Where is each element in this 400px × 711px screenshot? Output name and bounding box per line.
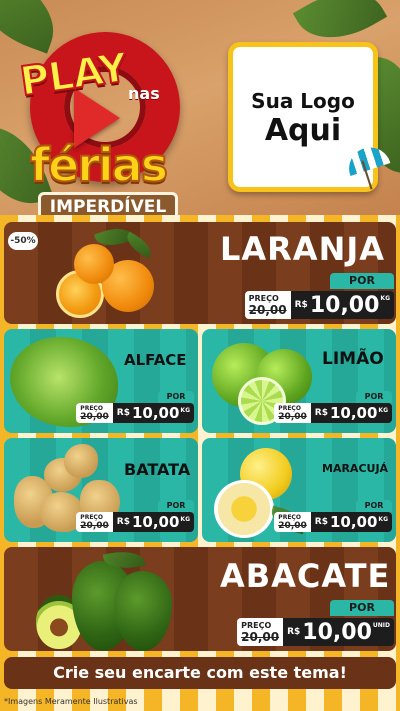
current-price-block: R$ 10,00 KG (112, 512, 194, 532)
current-price-block: R$ 10,00 KG (290, 291, 394, 319)
por-label: POR (330, 600, 394, 616)
por-label: POR (330, 273, 394, 289)
old-price: 20,00 (278, 520, 307, 531)
preco-label: PREÇO (80, 404, 103, 412)
current-price: 10,00 (329, 404, 378, 422)
product-name-alface: ALFACE (124, 351, 187, 369)
unit-label: KG (378, 516, 388, 523)
price-tag-maracuja: POR PREÇO 20,00 R$ 10,00 KG (274, 500, 392, 532)
current-price: 10,00 (131, 513, 180, 531)
potato-illustration (64, 444, 98, 478)
por-label: POR (158, 391, 194, 403)
current-price-block: R$ 10,00 KG (112, 403, 194, 423)
old-price-block: PREÇO 20,00 (76, 403, 113, 423)
product-name-maracuja: MARACUJÁ (322, 462, 389, 475)
product-name-limao: LIMÃO (322, 349, 384, 369)
old-price-block: PREÇO 20,00 (76, 512, 113, 532)
price-tag-laranja: POR PREÇO 20,00 R$ 10,00 KG (244, 273, 394, 319)
price-tag-abacate: POR PREÇO 20,00 R$ 10,00 UNID (237, 600, 394, 646)
product-name-batata: BATATA (124, 460, 191, 479)
old-price: 20,00 (248, 302, 287, 317)
price-tag-batata: POR PREÇO 20,00 R$ 10,00 KG (76, 500, 194, 532)
current-price: 10,00 (329, 513, 378, 531)
preco-label: PREÇO (241, 620, 272, 630)
disclaimer-text: *Imagens Meramente Ilustrativas (4, 697, 138, 706)
currency-symbol: R$ (314, 408, 328, 418)
por-label: POR (356, 391, 392, 403)
current-price: 10,00 (309, 292, 380, 318)
discount-badge: -50% (8, 232, 38, 250)
product-name-laranja: LARANJA (220, 230, 386, 268)
campaign-word-ferias: férias (29, 137, 169, 193)
orange-leaf (122, 231, 156, 259)
old-price: 20,00 (80, 411, 109, 422)
price-tag-limao: POR PREÇO 20,00 R$ 10,00 KG (274, 391, 392, 423)
product-name-abacate: ABACATE (220, 557, 391, 595)
old-price: 20,00 (278, 411, 307, 422)
currency-symbol: R$ (294, 300, 308, 310)
unit-label: UNID (372, 622, 390, 629)
logo-line-1: Sua Logo (251, 89, 355, 113)
campaign-logo: PLAY nas férias IMPERDÍVEL (8, 20, 198, 220)
old-price-block: PREÇO 20,00 (274, 512, 311, 532)
header-banner: PLAY nas férias IMPERDÍVEL Sua Logo Aqui (0, 0, 400, 220)
currency-symbol: R$ (116, 517, 130, 527)
current-price: 10,00 (302, 619, 372, 645)
passion-fruit-half-illustration (214, 480, 274, 538)
unit-label: KG (378, 407, 388, 414)
currency-symbol: R$ (314, 517, 328, 527)
currency-symbol: R$ (287, 627, 301, 637)
logo-line-2: Aqui (264, 113, 342, 148)
orange-illustration (74, 244, 114, 284)
currency-symbol: R$ (116, 408, 130, 418)
current-price-block: R$ 10,00 UNID (283, 618, 394, 646)
old-price-block: PREÇO 20,00 (237, 618, 284, 646)
preco-label: PREÇO (248, 293, 279, 303)
por-label: POR (158, 500, 194, 512)
avocado-illustration (114, 571, 172, 651)
cta-banner: Crie seu encarte com este tema! (4, 657, 396, 689)
unit-label: KG (180, 516, 190, 523)
old-price: 20,00 (241, 629, 280, 644)
preco-label: PREÇO (278, 513, 301, 521)
preco-label: PREÇO (278, 404, 301, 412)
current-price: 10,00 (131, 404, 180, 422)
old-price: 20,00 (80, 520, 109, 531)
preco-label: PREÇO (80, 513, 103, 521)
old-price-block: PREÇO 20,00 (274, 403, 311, 423)
current-price-block: R$ 10,00 KG (310, 403, 392, 423)
current-price-block: R$ 10,00 KG (310, 512, 392, 532)
campaign-word-nas: nas (128, 84, 160, 103)
old-price-block: PREÇO 20,00 (244, 291, 291, 319)
unit-label: KG (180, 407, 190, 414)
price-tag-alface: POR PREÇO 20,00 R$ 10,00 KG (76, 391, 194, 423)
por-label: POR (356, 500, 392, 512)
unit-label: KG (380, 295, 390, 302)
